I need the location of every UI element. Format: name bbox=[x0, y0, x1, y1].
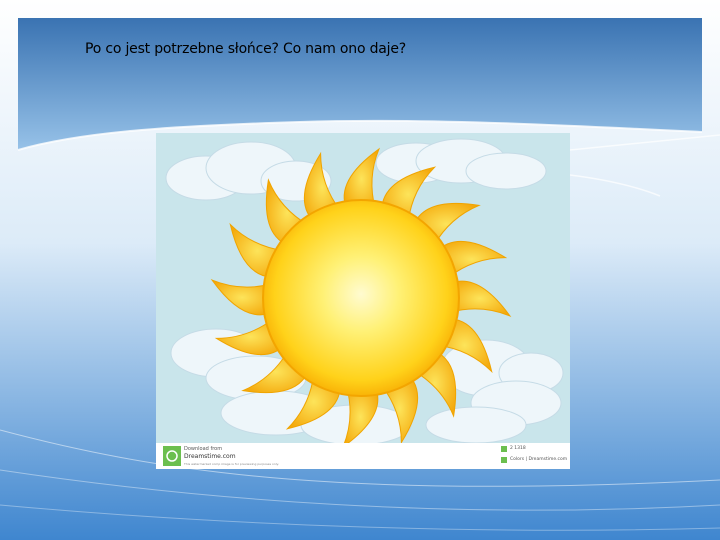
slide: Po co jest potrzebne słońce? Co nam ono … bbox=[0, 0, 720, 540]
sun-illustration: Download from Dreamstime.com This waterm… bbox=[156, 133, 570, 469]
sun-artwork bbox=[156, 133, 570, 469]
watermark-credit: Colors | Dreamstime.com bbox=[510, 457, 568, 462]
watermark-site: Dreamstime.com bbox=[184, 453, 236, 460]
watermark-footnote: This watermarked comp image is for previ… bbox=[184, 462, 279, 466]
watermark-id: 2 1318 bbox=[510, 446, 526, 451]
slide-title: Po co jest potrzebne słońce? Co nam ono … bbox=[85, 41, 406, 57]
sun-disc bbox=[262, 199, 460, 397]
watermark-download-label: Download from bbox=[184, 446, 223, 452]
